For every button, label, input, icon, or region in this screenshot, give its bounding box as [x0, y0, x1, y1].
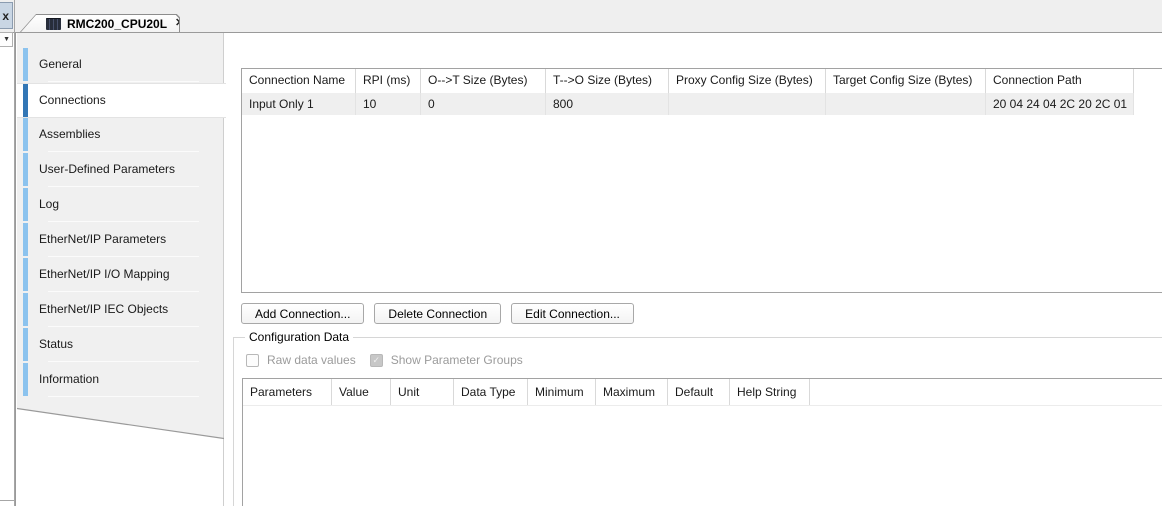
show-parameter-groups-label: Show Parameter Groups: [391, 353, 523, 367]
sidebar-tabs: GeneralConnectionsAssembliesUser-Defined…: [17, 48, 224, 398]
column-header-o-t-size-bytes[interactable]: O-->T Size (Bytes): [421, 69, 546, 93]
editor-tab-rmc200-cpu20l[interactable]: RMC200_CPU20L ✕: [20, 14, 180, 32]
device-editor-panel: GeneralConnectionsAssembliesUser-Defined…: [15, 33, 1162, 506]
row-cell-rpi-ms: 10: [356, 93, 421, 115]
parameters-table: ParametersValueUnitData TypeMinimumMaxim…: [242, 378, 1162, 506]
row-cell-o-t-size-bytes: 0: [421, 93, 546, 115]
sidebar-item-label: Status: [39, 328, 73, 361]
sidebar-item-label: Log: [39, 188, 59, 221]
sidebar-item-ethernet-ip-parameters[interactable]: EtherNet/IP Parameters: [17, 223, 224, 258]
sidebar-item-accent: [23, 293, 28, 326]
sidebar-item-ethernet-ip-i-o-mapping[interactable]: EtherNet/IP I/O Mapping: [17, 258, 224, 293]
sidebar-item-separator: [48, 221, 199, 222]
column-header-proxy-config-size-bytes[interactable]: Proxy Config Size (Bytes): [669, 69, 826, 93]
sidebar-item-accent: [23, 223, 28, 256]
sidebar-item-separator: [48, 186, 199, 187]
sidebar-item-label: EtherNet/IP I/O Mapping: [39, 258, 170, 291]
sidebar-item-accent: [23, 258, 28, 291]
sidebar-item-separator: [48, 256, 199, 257]
sidebar-item-label: General: [39, 48, 82, 81]
sidebar-item-separator: [48, 361, 199, 362]
sidebar-item-status[interactable]: Status: [17, 328, 224, 363]
add-connection-button[interactable]: Add Connection...: [241, 303, 364, 324]
sidebar-item-accent: [23, 84, 28, 117]
docked-panel-dropdown-icon[interactable]: ▼: [0, 32, 13, 47]
panel-divider: [14, 0, 15, 506]
column-header-target-config-size-bytes[interactable]: Target Config Size (Bytes): [826, 69, 986, 93]
param-column-header-value[interactable]: Value: [332, 379, 391, 405]
raw-data-values-checkbox[interactable]: [246, 354, 259, 367]
sidebar-item-general[interactable]: General: [17, 48, 224, 83]
sidebar-item-accent: [23, 118, 28, 151]
param-column-header-data-type[interactable]: Data Type: [454, 379, 528, 405]
column-header-t-o-size-bytes[interactable]: T-->O Size (Bytes): [546, 69, 669, 93]
group-legend: Configuration Data: [245, 330, 353, 344]
sidebar-item-assemblies[interactable]: Assemblies: [17, 118, 224, 153]
sidebar-item-label: User-Defined Parameters: [39, 153, 175, 186]
sidebar-item-separator: [48, 81, 199, 82]
sidebar-item-information[interactable]: Information: [17, 363, 224, 398]
connection-actions: Add Connection... Delete Connection Edit C…: [241, 303, 634, 324]
connections-table-header: Connection NameRPI (ms)O-->T Size (Bytes…: [242, 69, 1162, 93]
parameters-table-header: ParametersValueUnitData TypeMinimumMaxim…: [243, 379, 1162, 406]
sidebar-item-label: EtherNet/IP IEC Objects: [39, 293, 168, 326]
sidebar-item-separator: [48, 396, 199, 397]
column-header-connection-name[interactable]: Connection Name: [242, 69, 356, 93]
raw-data-values-label: Raw data values: [267, 353, 356, 367]
sidebar-item-label: Connections: [39, 84, 106, 117]
sidebar-item-accent: [23, 188, 28, 221]
row-cell-proxy-config-size-bytes: [669, 93, 826, 115]
row-cell-connection-path: 20 04 24 04 2C 20 2C 01: [986, 93, 1134, 115]
param-column-header-help-string[interactable]: Help String: [730, 379, 810, 405]
sidebar-item-label: Assemblies: [39, 118, 100, 151]
device-icon: [46, 18, 61, 30]
sidebar-item-accent: [23, 328, 28, 361]
sidebar-item-label: EtherNet/IP Parameters: [39, 223, 166, 256]
show-parameter-groups-checkbox[interactable]: ✓: [370, 354, 383, 367]
sidebar-item-label: Information: [39, 363, 99, 396]
docked-panel-close-icon[interactable]: x: [0, 2, 13, 29]
column-header-connection-path[interactable]: Connection Path: [986, 69, 1134, 93]
sidebar-item-log[interactable]: Log: [17, 188, 224, 223]
column-header-rpi-ms[interactable]: RPI (ms): [356, 69, 421, 93]
param-column-header-minimum[interactable]: Minimum: [528, 379, 596, 405]
param-column-header-parameters[interactable]: Parameters: [243, 379, 332, 405]
param-column-header-default[interactable]: Default: [668, 379, 730, 405]
edit-connection-button[interactable]: Edit Connection...: [511, 303, 634, 324]
sidebar-item-separator: [48, 291, 199, 292]
column-header-filler: [1134, 69, 1162, 93]
row-cell-target-config-size-bytes: [826, 93, 986, 115]
sidebar-item-connections[interactable]: Connections: [17, 83, 226, 118]
tab-title: RMC200_CPU20L: [67, 17, 167, 31]
table-row[interactable]: Input Only 1100800 20 04 24 04 2C 20 2C 0…: [242, 93, 1162, 115]
sidebar-item-accent: [23, 48, 28, 81]
delete-connection-button[interactable]: Delete Connection: [374, 303, 501, 324]
param-column-header-maximum[interactable]: Maximum: [596, 379, 668, 405]
sidebar-item-accent: [23, 363, 28, 396]
sidebar-item-separator: [48, 151, 199, 152]
connections-table: Connection NameRPI (ms)O-->T Size (Bytes…: [241, 68, 1162, 293]
param-column-header-unit[interactable]: Unit: [391, 379, 454, 405]
row-cell-t-o-size-bytes: 800: [546, 93, 669, 115]
sidebar-item-user-defined-parameters[interactable]: User-Defined Parameters: [17, 153, 224, 188]
row-cell-filler: [1134, 93, 1162, 115]
sidebar-item-separator: [48, 326, 199, 327]
config-checkbox-row: Raw data values ✓ Show Parameter Groups: [246, 353, 537, 367]
param-column-header-filler: [810, 379, 1162, 405]
row-cell-connection-name: Input Only 1: [242, 93, 356, 115]
sidebar-item-accent: [23, 153, 28, 186]
sidebar-item-ethernet-ip-iec-objects[interactable]: EtherNet/IP IEC Objects: [17, 293, 224, 328]
